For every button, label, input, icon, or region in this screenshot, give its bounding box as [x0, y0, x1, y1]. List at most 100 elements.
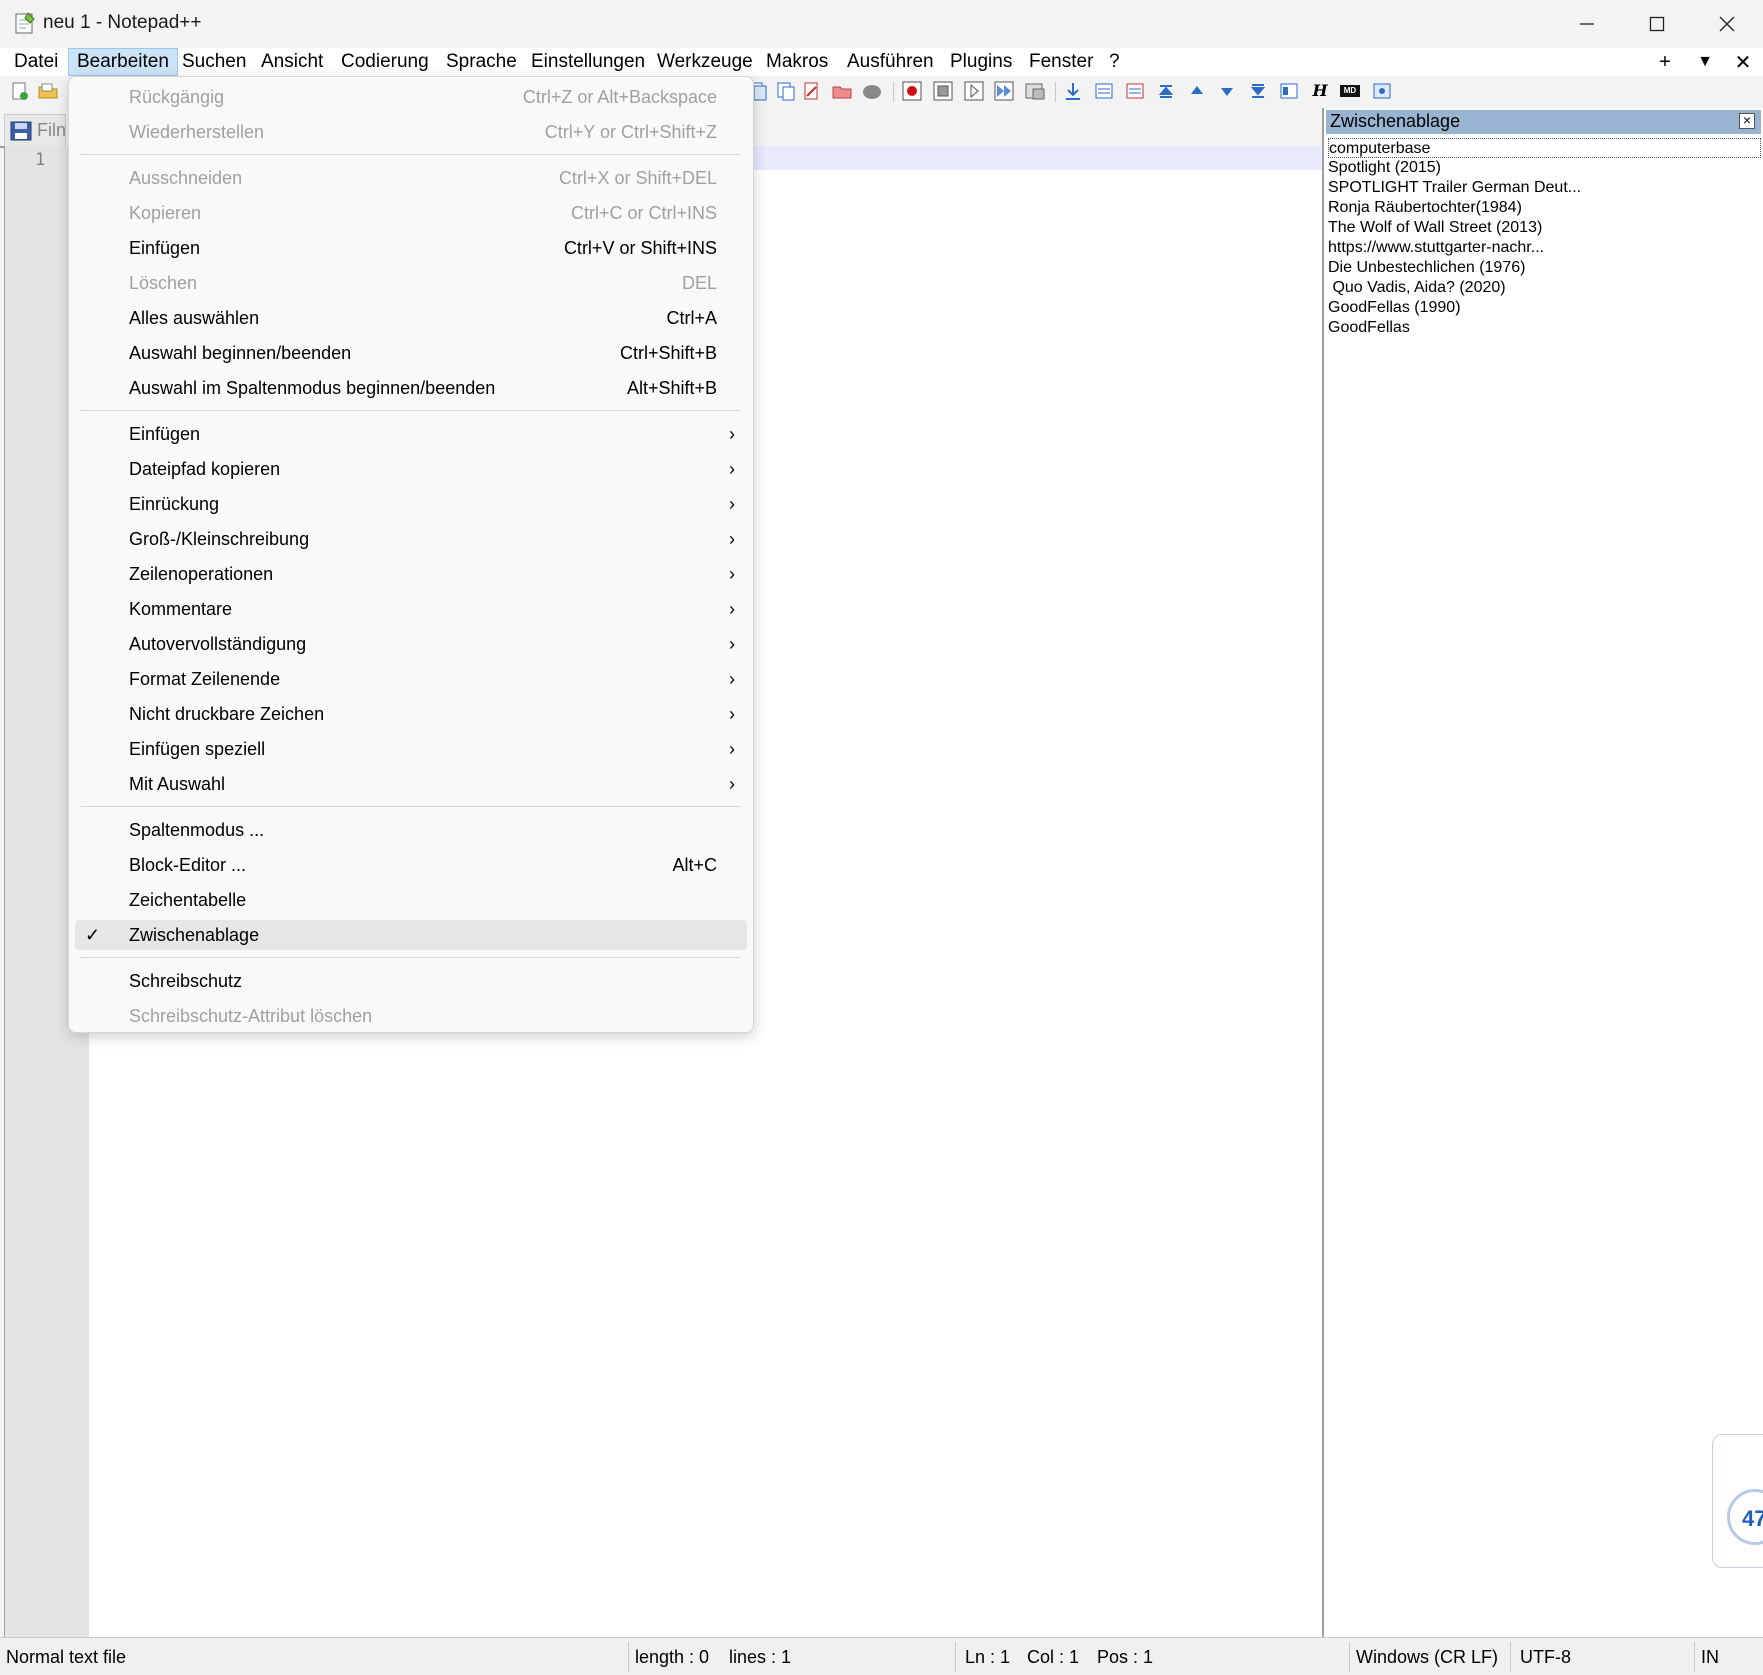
list-panel-icon[interactable] [1125, 81, 1145, 101]
markdown-icon[interactable]: MD [1340, 85, 1360, 97]
submenu-case[interactable]: Groß-/Kleinschreibung › [75, 524, 747, 554]
tab-list-button[interactable]: ▼ [1692, 48, 1718, 76]
minimize-button[interactable] [1552, 0, 1622, 48]
close-tab-button[interactable]: ✕ [1730, 48, 1756, 76]
clipboard-entry[interactable]: The Wolf of Wall Street (2013) [1328, 218, 1761, 238]
menu-item-clear-read-only[interactable]: Schreibschutz-Attribut löschen [75, 1001, 747, 1031]
chevron-right-icon: › [729, 774, 735, 794]
panel-header: Zwischenablage × [1326, 110, 1761, 134]
menu-item-label: Kopieren [129, 203, 202, 223]
panel-close-button[interactable]: × [1739, 113, 1755, 129]
menu-item-clipboard-history[interactable]: ✓ Zwischenablage [75, 920, 747, 950]
submenu-autocomplete[interactable]: Autovervollständigung › [75, 629, 747, 659]
clipboard-entry[interactable]: Ronja Räubertochter(1984) [1328, 198, 1761, 218]
move-down-icon[interactable] [1217, 81, 1237, 101]
cloud-icon[interactable] [862, 81, 882, 101]
find-replace-icon[interactable] [802, 81, 822, 101]
menu-item-copy[interactable]: Kopieren Ctrl+C or Ctrl+INS [75, 198, 747, 228]
menu-item-read-only[interactable]: Schreibschutz [75, 966, 747, 996]
menu-item-cut[interactable]: Ausschneiden Ctrl+X or Shift+DEL [75, 163, 747, 193]
new-tab-button[interactable]: + [1652, 48, 1678, 76]
menu-makros[interactable]: Makros [758, 48, 836, 76]
menu-bearbeiten[interactable]: Bearbeiten [68, 48, 178, 76]
menu-item-shortcut: Ctrl+A [666, 308, 717, 328]
open-file-icon[interactable] [38, 81, 58, 101]
submenu-non-printable[interactable]: Nicht druckbare Zeichen › [75, 699, 747, 729]
menu-sprache[interactable]: Sprache [438, 48, 525, 76]
menu-einstellungen[interactable]: Einstellungen [523, 48, 653, 76]
document-tab[interactable]: Filn [4, 114, 66, 146]
submenu-on-selection[interactable]: Mit Auswahl › [75, 769, 747, 799]
menu-item-label: Zwischenablage [129, 925, 260, 945]
submenu-copy-path[interactable]: Dateipfad kopieren › [75, 454, 747, 484]
menu-item-redo[interactable]: Wiederherstellen Ctrl+Y or Ctrl+Shift+Z [75, 117, 747, 147]
submenu-paste-special[interactable]: Einfügen speziell › [75, 734, 747, 764]
maximize-button[interactable] [1622, 0, 1692, 48]
menu-help[interactable]: ? [1101, 48, 1128, 76]
menu-item-paste[interactable]: Einfügen Ctrl+V or Shift+INS [75, 233, 747, 263]
collapse-icon[interactable] [1156, 81, 1176, 101]
clipboard-entry[interactable]: Die Unbestechlichen (1976) [1328, 258, 1761, 278]
chevron-right-icon: › [729, 564, 735, 584]
menu-item-shortcut: DEL [681, 273, 717, 293]
floating-widget[interactable]: 47 [1712, 1434, 1763, 1568]
move-up-icon[interactable] [1187, 81, 1207, 101]
menu-item-label: Einfügen speziell [129, 739, 266, 759]
menu-item-label: Spaltenmodus ... [129, 820, 265, 840]
panel-icon[interactable] [1094, 81, 1114, 101]
menu-item-label: Wiederherstellen [129, 122, 265, 142]
menu-ausfuehren[interactable]: Ausführen [839, 48, 942, 76]
menu-item-delete[interactable]: Löschen DEL [75, 268, 747, 298]
submenu-indent[interactable]: Einrückung › [75, 489, 747, 519]
menu-item-begin-end-select[interactable]: Auswahl beginnen/beenden Ctrl+Shift+B [75, 338, 747, 368]
menu-item-block-editor[interactable]: Block-Editor ... Alt+C [75, 850, 747, 880]
menu-datei[interactable]: Datei [6, 48, 66, 76]
play-macro-icon[interactable] [964, 81, 984, 101]
menu-item-character-panel[interactable]: Zeichentabelle [75, 885, 747, 915]
clipboard-entry[interactable]: Spotlight (2015) [1328, 158, 1761, 178]
menu-item-label: Einfügen [129, 424, 201, 444]
stop-macro-icon[interactable] [933, 81, 953, 101]
menu-item-column-mode[interactable]: Spaltenmodus ... [75, 815, 747, 845]
clipboard-entry[interactable]: SPOTLIGHT Trailer German Deut... [1328, 178, 1761, 198]
header-icon[interactable]: H [1310, 81, 1330, 101]
menu-item-label: Einrückung [129, 494, 220, 514]
save-macro-icon[interactable] [1025, 81, 1045, 101]
chevron-right-icon: › [729, 494, 735, 514]
run-macro-multiple-icon[interactable] [994, 81, 1014, 101]
record-macro-icon[interactable] [902, 81, 922, 101]
menu-item-label: Mit Auswahl [129, 774, 226, 794]
clipboard-entry[interactable]: computerbase [1328, 138, 1761, 158]
clipboard-entry[interactable]: GoodFellas [1328, 318, 1761, 338]
menu-codierung[interactable]: Codierung [333, 48, 437, 76]
menu-item-column-select[interactable]: Auswahl im Spaltenmodus beginnen/beenden… [75, 373, 747, 403]
menu-item-label: Löschen [129, 273, 198, 293]
menu-item-undo[interactable]: Rückgängig Ctrl+Z or Alt+Backspace [75, 82, 747, 112]
menu-fenster[interactable]: Fenster [1021, 48, 1101, 76]
close-button[interactable] [1692, 0, 1762, 48]
preview-icon[interactable] [1372, 81, 1392, 101]
folder-icon[interactable] [832, 81, 852, 101]
submenu-insert[interactable]: Einfügen › [75, 419, 747, 449]
expand-icon[interactable] [1248, 81, 1268, 101]
clipboard-entry[interactable]: Quo Vadis, Aida? (2020) [1328, 278, 1761, 298]
menu-plugins[interactable]: Plugins [942, 48, 1020, 76]
menu-item-label: Nicht druckbare Zeichen [129, 704, 325, 724]
submenu-line-ops[interactable]: Zeilenoperationen › [75, 559, 747, 589]
new-file-icon[interactable] [10, 81, 30, 101]
menu-item-select-all[interactable]: Alles auswählen Ctrl+A [75, 303, 747, 333]
menu-item-label: Kommentare [129, 599, 233, 619]
clipboard-entry[interactable]: https://www.stuttgarter-nachr... [1328, 238, 1761, 258]
menu-werkzeuge[interactable]: Werkzeuge [649, 48, 761, 76]
paste-icon[interactable] [776, 81, 796, 101]
menu-suchen[interactable]: Suchen [174, 48, 254, 76]
menu-ansicht[interactable]: Ansicht [253, 48, 331, 76]
submenu-comments[interactable]: Kommentare › [75, 594, 747, 624]
toolbar-separator [893, 82, 894, 102]
notepad-plus-plus-icon [15, 12, 35, 34]
clipboard-entry[interactable]: GoodFellas (1990) [1328, 298, 1761, 318]
save-disk-icon [10, 121, 32, 141]
function-list-icon[interactable] [1279, 81, 1299, 101]
sync-scroll-icon[interactable] [1063, 81, 1083, 101]
submenu-eol-format[interactable]: Format Zeilenende › [75, 664, 747, 694]
